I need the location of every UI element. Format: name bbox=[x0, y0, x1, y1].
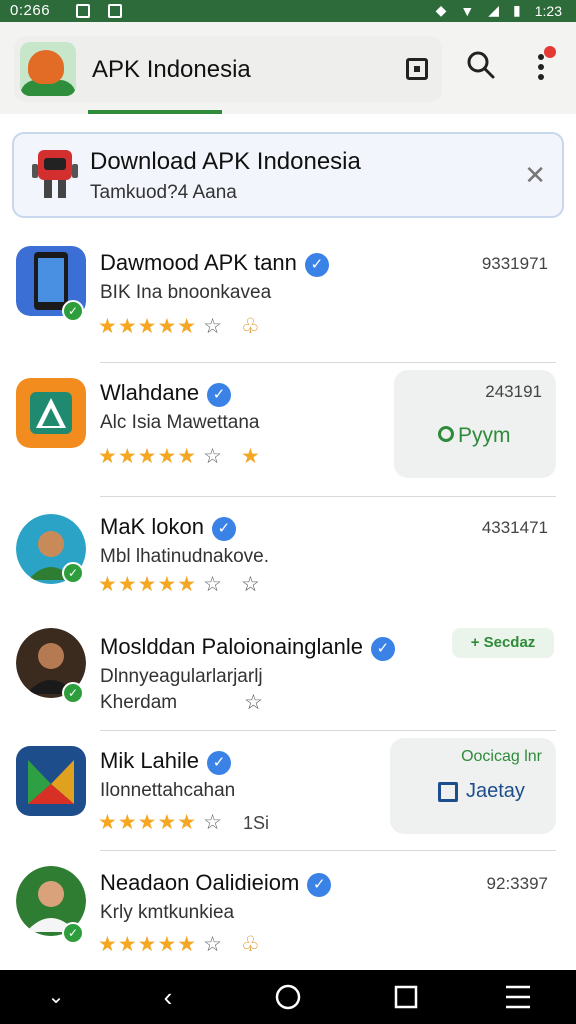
app-subtitle-secondary: Kherdam bbox=[100, 692, 178, 713]
square-icon[interactable] bbox=[406, 58, 428, 80]
verified-icon: ✓ bbox=[307, 873, 332, 897]
verified-icon: ✓ bbox=[304, 253, 329, 277]
rating-extra: 1Si bbox=[242, 813, 269, 833]
rating-stars: ★★★★★ ☆ ♧ bbox=[98, 315, 261, 338]
status-time: 0:266 bbox=[10, 2, 51, 19]
app-title: APK Indonesia bbox=[92, 56, 251, 83]
close-icon[interactable]: ✕ bbox=[524, 162, 546, 188]
app-subtitle: Dlnnyeagularlarjarlj bbox=[100, 666, 263, 687]
download-banner[interactable]: Download APK Indonesia Tamkuod?4 Aana ✕ bbox=[12, 132, 564, 218]
document-icon bbox=[438, 782, 458, 802]
notification-badge bbox=[544, 46, 556, 58]
rating-stars: ★★★★★ ☆ ★ bbox=[98, 445, 261, 468]
robot-icon bbox=[32, 150, 78, 198]
status-icons: ◆ ▼ ◢ ▮ 1:23 bbox=[436, 2, 562, 19]
install-card[interactable]: Oocicag lnr Jaetay bbox=[390, 738, 556, 834]
installed-badge-icon: ✓ bbox=[62, 300, 84, 322]
banner-subtitle: Tamkuod?4 Aana bbox=[90, 182, 237, 203]
battery-icon: ▮ bbox=[513, 2, 521, 18]
app-subtitle: Krly kmtkunkiea bbox=[100, 902, 235, 923]
search-icon[interactable] bbox=[466, 50, 496, 80]
recents-icon[interactable] bbox=[376, 970, 436, 1024]
thumbs-up-icon[interactable]: ♧ bbox=[241, 315, 261, 338]
tab-indicator bbox=[88, 110, 222, 114]
chevron-down-icon[interactable]: ⌄ bbox=[26, 970, 86, 1024]
app-subtitle: BIK Ina bnoonkavea bbox=[100, 282, 272, 303]
action-pill[interactable]: + Secdaz bbox=[452, 628, 554, 658]
signal-icon: ◢ bbox=[488, 2, 500, 18]
app-title: Neadaon Oalidieiom ✓ bbox=[100, 870, 332, 897]
thumbs-up-icon[interactable]: ♧ bbox=[241, 933, 261, 956]
system-nav-bar: ⌄ ‹ bbox=[0, 970, 576, 1024]
more-vert-icon[interactable] bbox=[530, 46, 556, 82]
app-title: Moslddan Paloionainglanle ✓ bbox=[100, 634, 395, 661]
wifi-icon: ▼ bbox=[460, 2, 475, 19]
app-title: Dawmood APK tann ✓ bbox=[100, 250, 329, 277]
status-bar: 0:266 ◆ ▼ ◢ ▮ 1:23 bbox=[0, 0, 576, 22]
play-icon bbox=[438, 426, 454, 442]
app-subtitle: Ilonnettahcahan bbox=[100, 780, 236, 801]
verified-icon: ✓ bbox=[211, 517, 236, 541]
download-count: 92:3397 bbox=[486, 874, 548, 893]
app-subtitle: Mbl lhatinudnakove. bbox=[100, 546, 269, 567]
installed-badge-icon: ✓ bbox=[62, 562, 84, 584]
card-status: Oocicag lnr bbox=[461, 748, 542, 765]
list-item[interactable]: ✓ Dawmood APK tann ✓ BIK Ina bnoonkavea ★… bbox=[0, 230, 576, 362]
app-bar-title-area: APK Indonesia bbox=[14, 36, 442, 102]
app-title: Wlahdane ✓ bbox=[100, 380, 232, 407]
rating-stars: ★★★★★ ☆ ☆ bbox=[98, 573, 261, 596]
banner-title: Download APK Indonesia bbox=[90, 148, 361, 175]
app-title: MaK lokon ✓ bbox=[100, 514, 236, 541]
app-title: Mik Lahile ✓ bbox=[100, 748, 232, 775]
notification-icon bbox=[108, 4, 122, 18]
list-item[interactable]: Mik Lahile ✓ Ilonnettahcahan ★★★★★ ☆ 1Si Oo… bbox=[0, 732, 576, 850]
back-icon[interactable]: ‹ bbox=[138, 970, 198, 1024]
list-item[interactable]: Wlahdane ✓ Alc Isia Mawettana ★★★★★ ☆ ★ 243… bbox=[0, 364, 576, 496]
location-icon: ◆ bbox=[435, 2, 447, 18]
app-subtitle: Alc Isia Mawettana bbox=[100, 412, 260, 433]
app-logo-icon bbox=[16, 746, 86, 816]
install-card[interactable]: 243191 Pyym bbox=[394, 370, 556, 478]
status-clock: 1:23 bbox=[534, 2, 562, 19]
verified-icon: ✓ bbox=[207, 751, 232, 775]
list-item[interactable]: ✓ Moslddan Paloionainglanle ✓ Dlnnyeagula… bbox=[0, 620, 576, 732]
play-button[interactable]: Pyym bbox=[458, 424, 511, 448]
home-icon[interactable] bbox=[258, 970, 318, 1024]
verified-icon: ✓ bbox=[370, 637, 395, 661]
download-count: 4331471 bbox=[481, 518, 548, 537]
list-item[interactable]: ✓ Neadaon Oalidieiom ✓ Krly kmtkunkiea ★★… bbox=[0, 852, 576, 970]
installed-badge-icon: ✓ bbox=[62, 922, 84, 944]
open-button[interactable]: Jaetay bbox=[466, 780, 525, 803]
menu-icon[interactable] bbox=[488, 970, 548, 1024]
download-count: 243191 bbox=[485, 382, 542, 401]
app-android-icon bbox=[16, 378, 86, 448]
app-logo-icon bbox=[20, 42, 76, 96]
verified-icon: ✓ bbox=[207, 383, 232, 407]
star-icon[interactable]: ☆ bbox=[244, 690, 264, 715]
download-count: 9331971 bbox=[481, 254, 548, 273]
notification-icon bbox=[76, 4, 90, 18]
rating-stars: ★★★★★ ☆ 1Si bbox=[98, 811, 269, 834]
list-item[interactable]: ✓ MaK lokon ✓ Mbl lhatinudnakove. ★★★★★ ☆ ☆… bbox=[0, 498, 576, 626]
rating-stars: ★★★★★ ☆ ♧ bbox=[98, 933, 261, 956]
installed-badge-icon: ✓ bbox=[62, 682, 84, 704]
